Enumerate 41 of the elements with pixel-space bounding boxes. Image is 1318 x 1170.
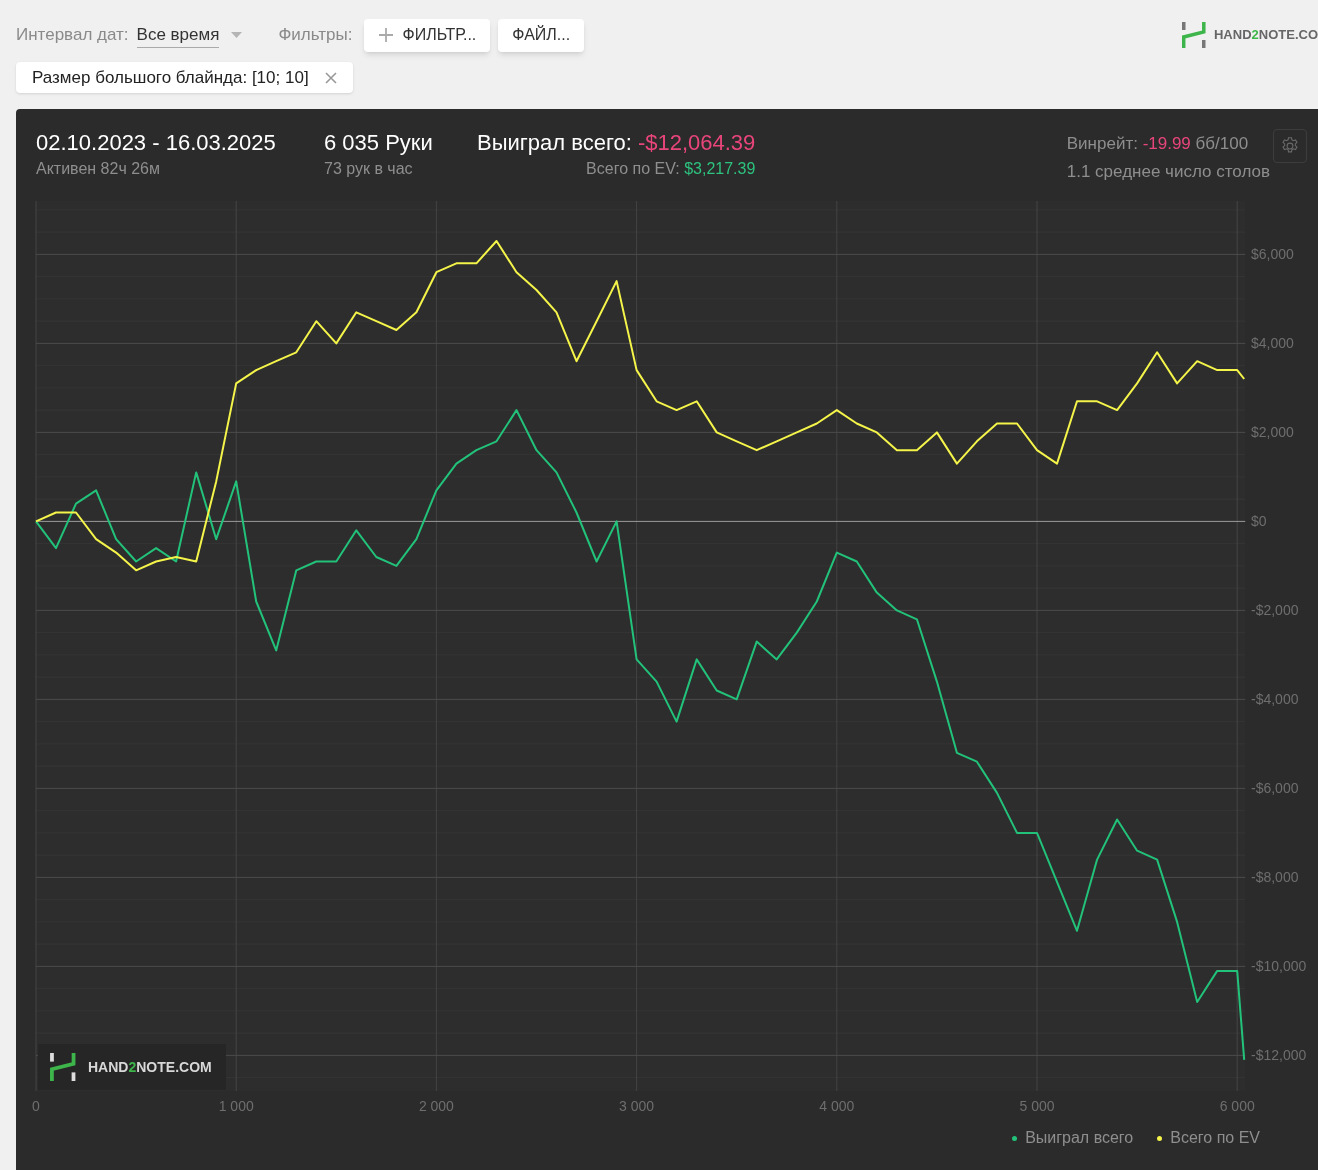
logo-text: HAND2NOTE.CO xyxy=(1213,26,1318,45)
y-axis-label: $4,000 xyxy=(1251,335,1294,352)
y-axis-label: -$8,000 xyxy=(1251,869,1299,886)
x-axis-label: 2 000 xyxy=(418,1098,454,1114)
x-axis-label: 4 000 xyxy=(819,1098,855,1114)
filters-label: Фильтры: xyxy=(278,24,353,47)
settings-button[interactable] xyxy=(1273,129,1307,163)
y-axis-label: -$10,000 xyxy=(1251,958,1307,975)
legend-label: Выиграл всего xyxy=(1025,1128,1134,1148)
y-axis-label: -$2,000 xyxy=(1251,602,1299,619)
logo-icon xyxy=(1181,22,1206,48)
winrate: Винрейт: -19.99 бб/100 xyxy=(1066,133,1250,155)
x-axis-label: 5 000 xyxy=(1019,1098,1055,1114)
close-icon[interactable] xyxy=(324,71,337,84)
y-axis-label: -$12,000 xyxy=(1251,1047,1307,1064)
legend-label: Всего по EV xyxy=(1170,1128,1260,1148)
y-axis-label: $0 xyxy=(1251,513,1267,530)
filter-chip-label: Размер большого блайнда: [10; 10] xyxy=(32,66,309,89)
date-interval-label: Интервал дат: xyxy=(16,24,129,47)
total-ev: Всего по EV: $3,217.39 xyxy=(586,159,756,179)
active-time: Активен 82ч 26м xyxy=(36,159,161,179)
date-range: 02.10.2023 - 16.03.2025 xyxy=(36,129,277,157)
x-axis-label: 1 000 xyxy=(218,1098,254,1114)
average-tables: 1.1 среднее число столов xyxy=(1066,158,1270,184)
x-axis-label: 6 000 xyxy=(1219,1098,1255,1114)
watermark-text: HAND2NOTE.COM xyxy=(88,1057,212,1077)
y-axis-label: $2,000 xyxy=(1251,424,1294,441)
total-won: Выиграл всего: -$12,064.39 xyxy=(477,129,756,157)
date-interval-dropdown[interactable]: Все время xyxy=(136,21,243,49)
hands-count: 6 035 Руки xyxy=(324,129,434,157)
hands-per-hour: 73 рук в час xyxy=(324,159,414,179)
y-axis-label: $6,000 xyxy=(1251,246,1294,263)
toolbar-button[interactable]: ФАЙЛ... xyxy=(498,18,585,52)
plus-icon xyxy=(378,27,395,43)
logo-icon xyxy=(50,1053,76,1081)
x-axis-label: 0 xyxy=(32,1098,40,1114)
toolbar-button[interactable]: ФИЛЬТР... xyxy=(364,18,491,52)
y-axis-label: -$6,000 xyxy=(1251,780,1299,797)
caret-icon xyxy=(231,32,243,38)
x-axis-label: 3 000 xyxy=(619,1098,655,1114)
y-axis-label: -$4,000 xyxy=(1251,691,1299,708)
